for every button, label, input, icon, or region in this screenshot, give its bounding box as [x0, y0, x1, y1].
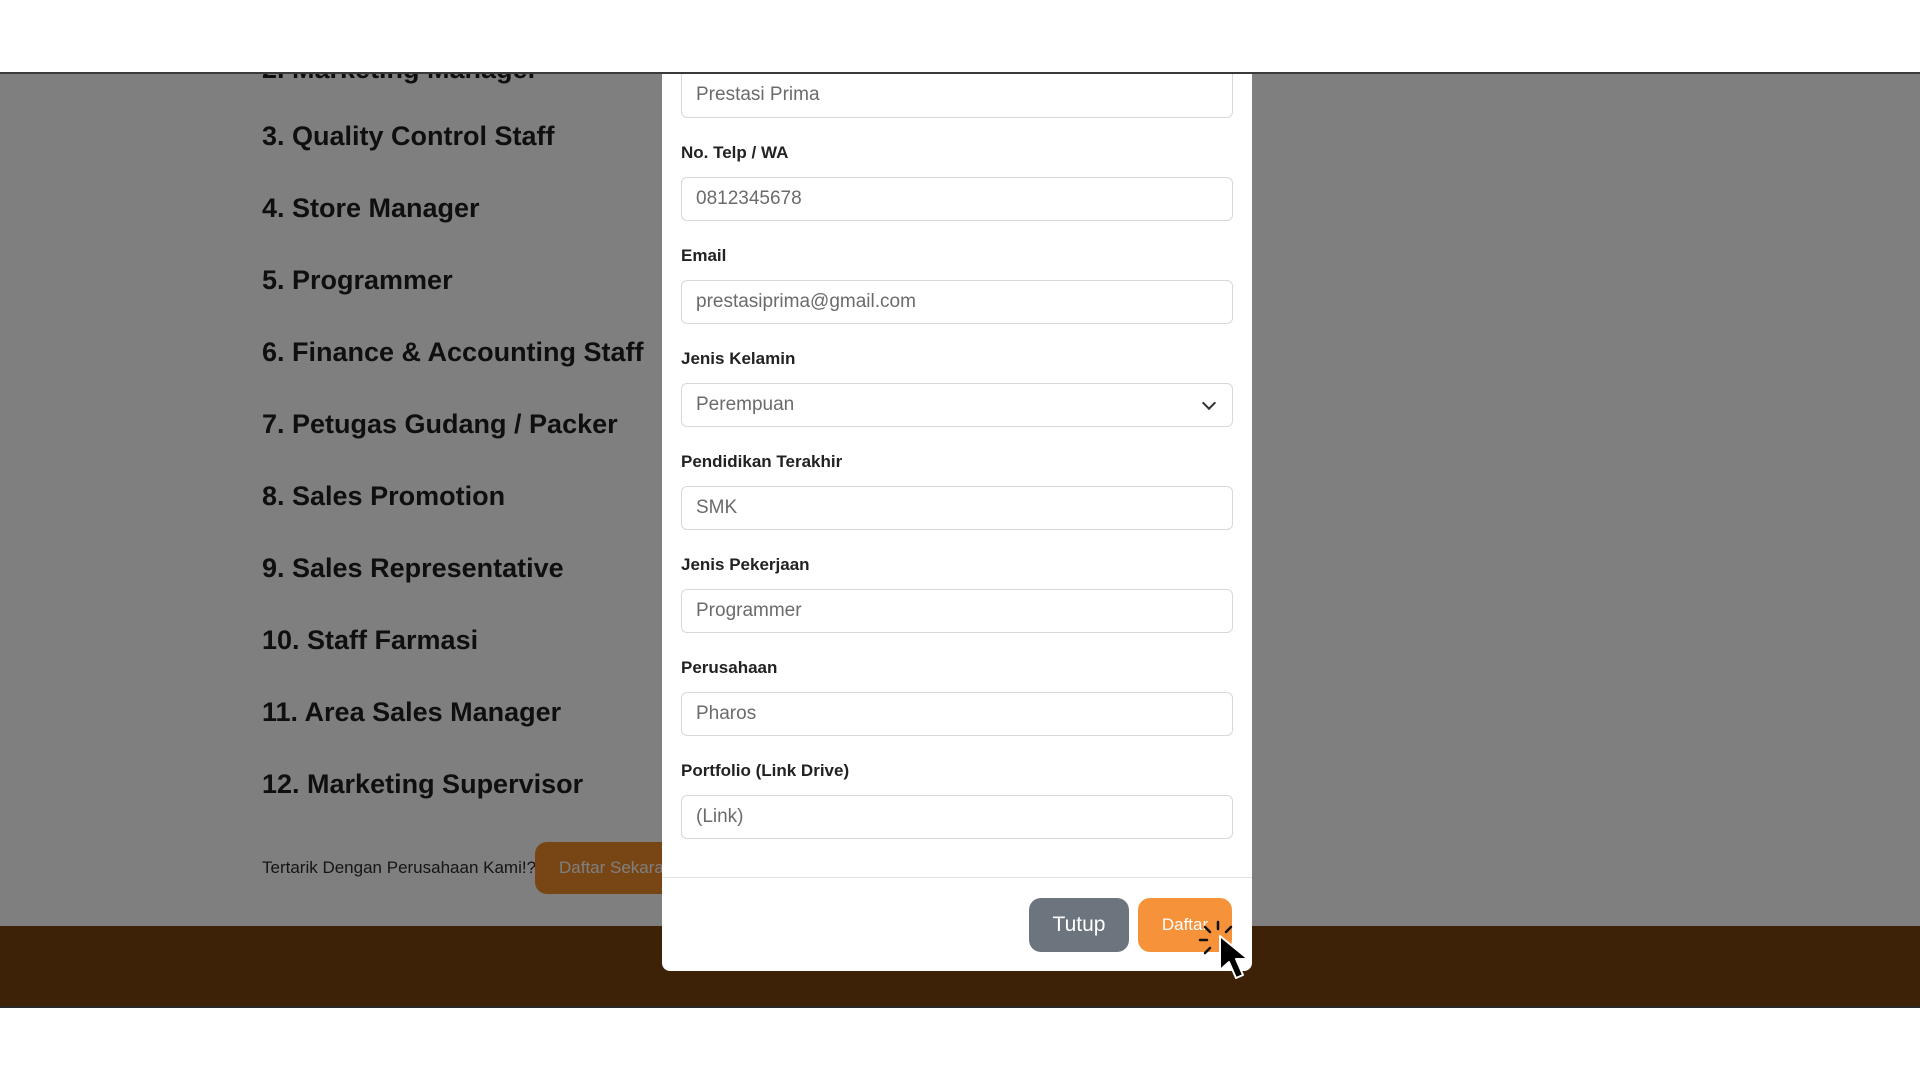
phone-input[interactable]: 0812345678	[681, 177, 1233, 221]
company-label: Perusahaan	[681, 658, 778, 677]
education-input[interactable]: SMK	[681, 486, 1233, 530]
name-input[interactable]: Prestasi Prima	[681, 74, 1233, 118]
bottom-letterbox	[0, 1006, 1920, 1080]
company-input[interactable]: Pharos	[681, 692, 1233, 736]
modal-body: Prestasi Prima No. Telp / WA 0812345678 …	[662, 74, 1252, 878]
portfolio-input[interactable]: (Link)	[681, 795, 1233, 839]
email-input[interactable]: prestasiprima@gmail.com	[681, 280, 1233, 324]
job-type-label: Jenis Pekerjaan	[681, 555, 810, 574]
registration-modal: Prestasi Prima No. Telp / WA 0812345678 …	[662, 74, 1252, 971]
gender-label: Jenis Kelamin	[681, 349, 796, 368]
email-label: Email	[681, 246, 727, 265]
mouse-cursor-icon	[1219, 935, 1249, 979]
phone-label: No. Telp / WA	[681, 143, 789, 162]
education-label: Pendidikan Terakhir	[681, 452, 843, 471]
gender-select[interactable]: Perempuan	[681, 383, 1233, 427]
close-button[interactable]: Tutup	[1029, 898, 1129, 952]
portfolio-label: Portfolio (Link Drive)	[681, 761, 850, 780]
modal-footer-divider	[662, 877, 1252, 878]
top-letterbox	[0, 0, 1920, 74]
job-type-input[interactable]: Programmer	[681, 589, 1233, 633]
gender-selected-value: Perempuan	[696, 394, 795, 415]
chevron-down-icon	[1201, 395, 1217, 411]
